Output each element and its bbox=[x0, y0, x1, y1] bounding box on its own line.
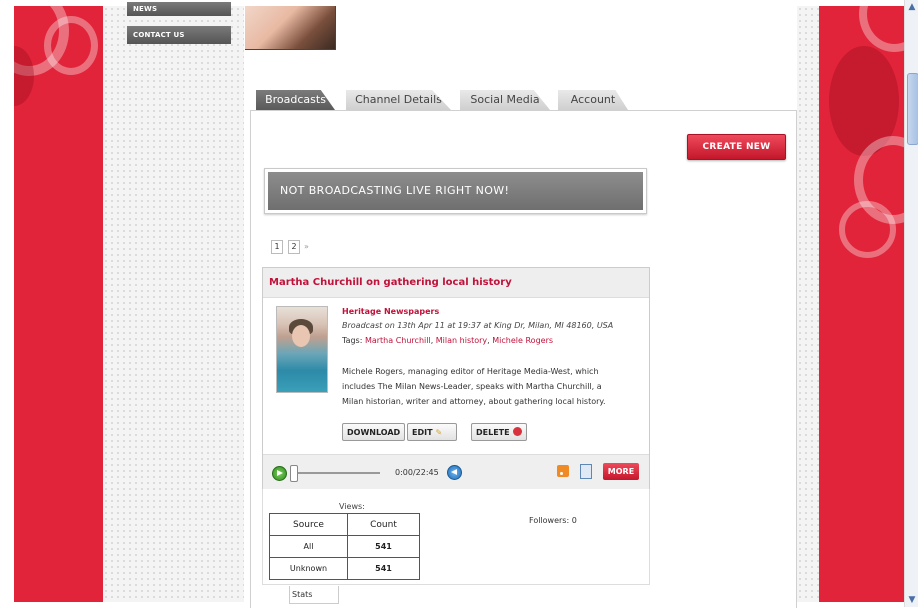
card-header: Martha Churchill on gathering local hist… bbox=[263, 268, 649, 298]
play-icon[interactable] bbox=[272, 466, 287, 481]
left-decorative-panel bbox=[14, 6, 103, 602]
column-header-count: Count bbox=[347, 513, 420, 536]
broadcast-title-link[interactable]: Martha Churchill on gathering local hist… bbox=[269, 268, 512, 297]
vertical-scrollbar[interactable]: ▲ ▼ bbox=[904, 0, 918, 607]
tags-label: Tags: bbox=[342, 336, 365, 345]
pencil-icon: ✎ bbox=[435, 428, 443, 437]
followers-count: Followers: 0 bbox=[529, 516, 577, 525]
more-button[interactable]: MORE bbox=[603, 463, 639, 480]
download-label: DOWNLOAD bbox=[347, 428, 401, 437]
stats-tab[interactable]: Stats bbox=[289, 586, 339, 604]
delete-button[interactable]: DELETE bbox=[471, 423, 527, 441]
edit-button[interactable]: EDIT ✎ bbox=[407, 423, 457, 441]
tags-line: Tags: Martha Churchill, Milan history, M… bbox=[342, 336, 554, 345]
tag-link[interactable]: Michele Rogers bbox=[492, 336, 553, 345]
table-header-row: Source Count bbox=[269, 513, 420, 536]
download-button[interactable]: DOWNLOAD bbox=[342, 423, 406, 441]
column-header-source: Source bbox=[269, 513, 348, 536]
nav-news-button[interactable]: NEWS bbox=[127, 2, 231, 16]
volume-icon[interactable] bbox=[447, 465, 462, 480]
scroll-up-arrow-icon[interactable]: ▲ bbox=[905, 0, 918, 14]
live-status-box: NOT BROADCASTING LIVE RIGHT NOW! bbox=[264, 168, 647, 214]
broadcast-card: Martha Churchill on gathering local hist… bbox=[262, 267, 650, 491]
tag-link[interactable]: Martha Churchill bbox=[365, 336, 431, 345]
delete-label: DELETE bbox=[476, 428, 510, 437]
live-status-banner: NOT BROADCASTING LIVE RIGHT NOW! bbox=[268, 172, 643, 210]
page-2-link[interactable]: 2 bbox=[288, 240, 300, 254]
source-cell: All bbox=[269, 535, 348, 558]
stats-section: Views: Source Count All 541 Unknown 541 … bbox=[262, 489, 650, 585]
seek-handle[interactable] bbox=[290, 465, 298, 482]
nav-contact-button[interactable]: CONTACT US bbox=[127, 26, 231, 44]
document-icon[interactable] bbox=[580, 464, 592, 479]
seek-track[interactable] bbox=[290, 472, 380, 474]
audio-player: 0:00/22:45 MORE bbox=[263, 454, 649, 491]
table-row: All 541 bbox=[269, 535, 420, 558]
source-cell: Unknown bbox=[269, 557, 348, 580]
left-dotted-background bbox=[103, 6, 244, 602]
count-cell: 541 bbox=[347, 557, 420, 580]
broadcast-info: Broadcast on 13th Apr 11 at 19:37 at Kin… bbox=[342, 321, 614, 330]
channel-name-link[interactable]: Heritage Newspapers bbox=[342, 307, 439, 316]
page-1-link[interactable]: 1 bbox=[271, 240, 283, 254]
count-cell: 541 bbox=[347, 535, 420, 558]
views-table: Source Count All 541 Unknown 541 bbox=[269, 513, 420, 580]
table-row: Unknown 541 bbox=[269, 557, 420, 580]
views-label: Views: bbox=[339, 502, 365, 511]
thumbnail-face bbox=[292, 325, 310, 347]
delete-icon bbox=[512, 427, 522, 436]
broadcast-description: Michele Rogers, managing editor of Herit… bbox=[342, 367, 606, 406]
tag-link[interactable]: Milan history bbox=[436, 336, 487, 345]
right-decorative-panel bbox=[819, 6, 904, 602]
playback-time: 0:00/22:45 bbox=[395, 468, 439, 477]
create-new-phlog-button[interactable]: CREATE NEW PHLOG bbox=[687, 134, 786, 176]
right-dotted-background bbox=[797, 6, 819, 602]
edit-label: EDIT bbox=[412, 428, 433, 437]
rss-icon[interactable] bbox=[557, 465, 569, 477]
broadcast-thumbnail[interactable] bbox=[276, 306, 328, 393]
profile-photo bbox=[245, 6, 336, 50]
next-page-link[interactable]: » bbox=[304, 240, 309, 254]
scrollbar-thumb[interactable] bbox=[907, 73, 918, 145]
scroll-down-arrow-icon[interactable]: ▼ bbox=[905, 593, 918, 607]
